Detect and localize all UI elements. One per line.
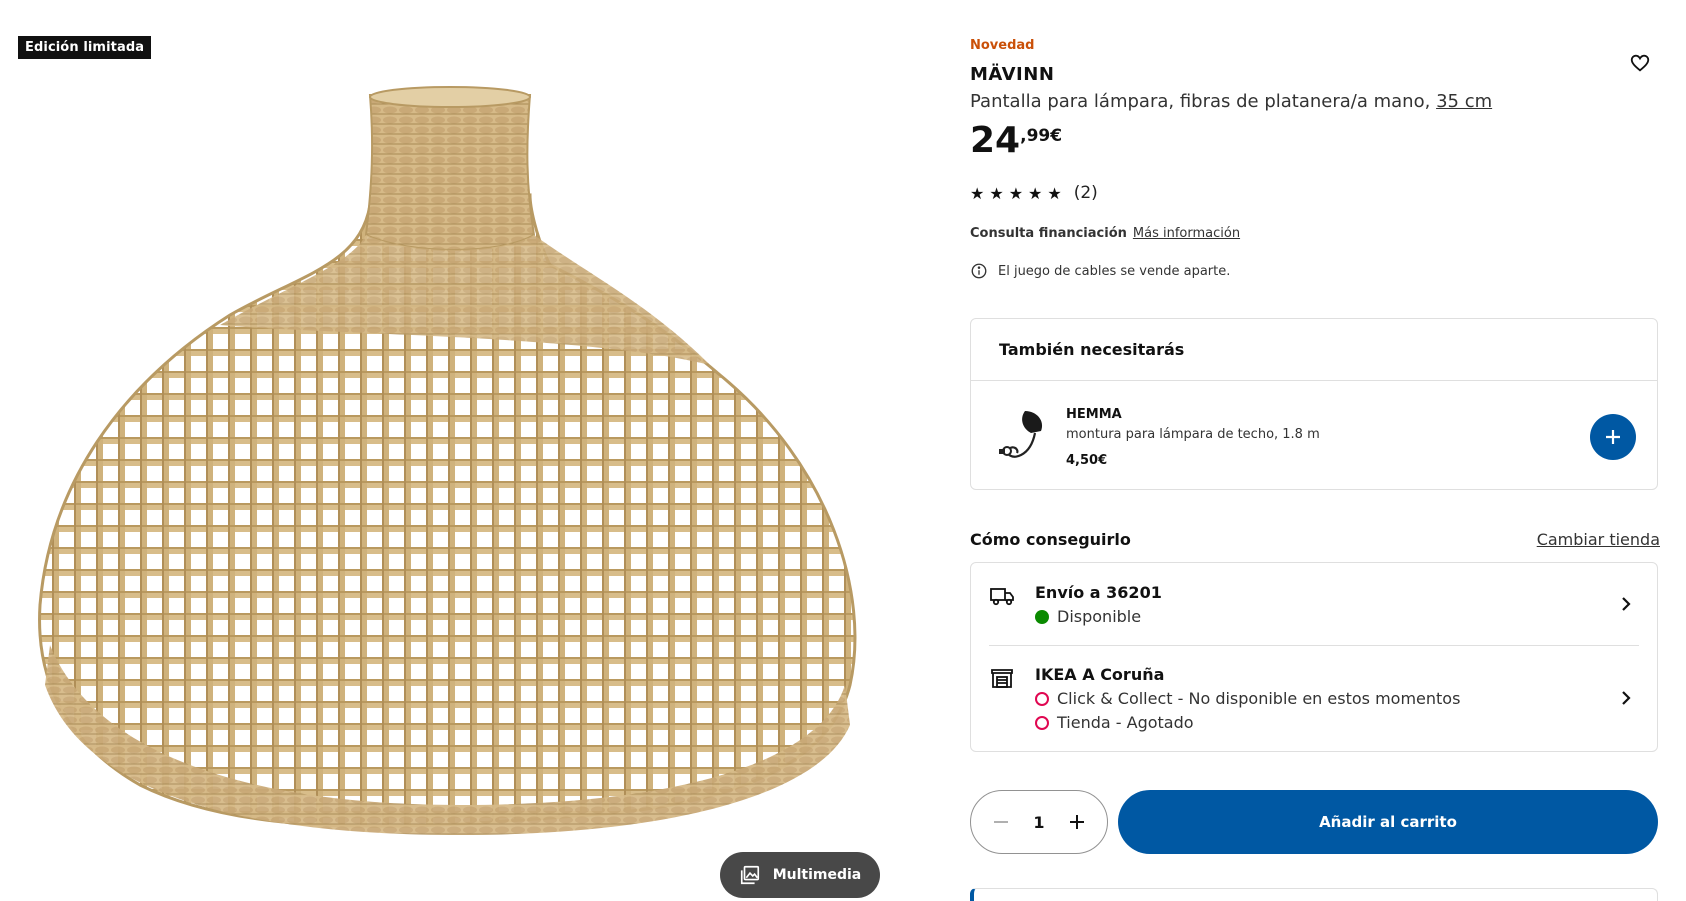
truck-icon bbox=[990, 588, 1014, 606]
also-needed-item-price: 4,50€ bbox=[1066, 453, 1108, 468]
star-icon: ★ bbox=[1008, 183, 1024, 203]
star-icon: ★ bbox=[1047, 183, 1062, 203]
product-description: Pantalla para lámpara, fibras de platane… bbox=[970, 91, 1492, 112]
rating-stars: ★ ★ ★ ★ ★ bbox=[970, 184, 1062, 203]
unavailable-status-dot bbox=[1035, 715, 1049, 730]
price-integer: 24 bbox=[970, 120, 1021, 161]
click-collect-status-text: Click & Collect - No disponible en estos… bbox=[1057, 689, 1461, 708]
rating-count: (2) bbox=[1073, 183, 1098, 203]
cable-note: El juego de cables se vende aparte. bbox=[970, 262, 1230, 280]
financing-link[interactable]: Más información bbox=[1133, 226, 1240, 241]
product-description-text: Pantalla para lámpara, fibras de platane… bbox=[970, 91, 1431, 112]
product-name: MÄVINN bbox=[970, 64, 1055, 85]
product-price: 24 ,99€ bbox=[970, 120, 1062, 162]
quantity-value[interactable]: 1 bbox=[1033, 813, 1044, 832]
also-needed-title: También necesitarás bbox=[971, 319, 1657, 381]
star-icon: ★ bbox=[1028, 183, 1043, 203]
next-section-card-edge bbox=[970, 888, 1658, 901]
add-to-cart-button[interactable]: Añadir al carrito bbox=[1118, 790, 1658, 854]
cable-note-text: El juego de cables se vende aparte. bbox=[998, 263, 1231, 279]
favorite-button[interactable] bbox=[1625, 48, 1655, 78]
how-to-get-title: Cómo conseguirlo bbox=[970, 530, 1131, 549]
delivery-row[interactable]: Envío a 36201 Disponible bbox=[971, 563, 1657, 645]
change-store-link[interactable]: Cambiar tienda bbox=[1537, 530, 1660, 549]
increase-quantity-button[interactable] bbox=[1061, 806, 1093, 838]
new-label: Novedad bbox=[970, 38, 1035, 53]
chevron-right-icon bbox=[1622, 597, 1631, 611]
also-needed-item-name: HEMMA bbox=[1066, 407, 1122, 422]
also-needed-item-description: montura para lámpara de techo, 1.8 m bbox=[1066, 427, 1320, 442]
store-title: IKEA A Coruña bbox=[1035, 665, 1165, 684]
delivery-status: Disponible bbox=[1035, 607, 1141, 626]
plus-icon bbox=[1606, 430, 1620, 444]
size-link[interactable]: 35 cm bbox=[1436, 91, 1492, 112]
delivery-title: Envío a 36201 bbox=[1035, 583, 1162, 602]
financing: Consulta financiación Más información bbox=[970, 226, 1240, 241]
lamp-cord-thumbnail bbox=[999, 411, 1043, 458]
add-accessory-button[interactable] bbox=[1590, 414, 1636, 460]
rating[interactable]: ★ ★ ★ ★ ★ (2) bbox=[970, 183, 1098, 203]
click-collect-status: Click & Collect - No disponible en estos… bbox=[1035, 689, 1460, 708]
quantity-stepper: 1 bbox=[970, 790, 1108, 854]
chevron-right-icon bbox=[1622, 691, 1631, 705]
price-decimal: ,99€ bbox=[1020, 126, 1063, 146]
minus-icon bbox=[994, 821, 1008, 823]
multimedia-button[interactable]: Multimedia bbox=[720, 852, 880, 898]
decrease-quantity-button[interactable] bbox=[985, 806, 1017, 838]
available-status-dot bbox=[1035, 609, 1049, 624]
info-icon bbox=[971, 263, 987, 279]
availability-card: Envío a 36201 Disponible IKEA A Coruña C… bbox=[970, 562, 1658, 752]
product-gallery: Edición limitada Multimedia bbox=[0, 0, 900, 901]
limited-edition-badge: Edición limitada bbox=[18, 36, 152, 59]
heart-icon bbox=[1630, 54, 1650, 72]
lamp-shade-image[interactable] bbox=[30, 85, 890, 875]
also-needed-item[interactable]: HEMMA montura para lámpara de techo, 1.8… bbox=[971, 381, 1657, 489]
gallery-icon bbox=[740, 865, 759, 885]
store-stock-status-text: Tienda - Agotado bbox=[1057, 713, 1194, 732]
store-row[interactable]: IKEA A Coruña Click & Collect - No dispo… bbox=[971, 645, 1657, 751]
store-icon bbox=[991, 669, 1013, 688]
plus-icon bbox=[1069, 815, 1084, 829]
financing-label: Consulta financiación bbox=[970, 226, 1127, 241]
delivery-status-text: Disponible bbox=[1057, 607, 1142, 626]
star-icon: ★ bbox=[989, 183, 1004, 203]
unavailable-status-dot bbox=[1035, 691, 1049, 706]
star-icon: ★ bbox=[970, 183, 985, 203]
also-needed-card: También necesitarás HEMMA montura para l… bbox=[970, 318, 1658, 490]
store-stock-status: Tienda - Agotado bbox=[1035, 713, 1194, 732]
multimedia-label: Multimedia bbox=[772, 867, 862, 883]
